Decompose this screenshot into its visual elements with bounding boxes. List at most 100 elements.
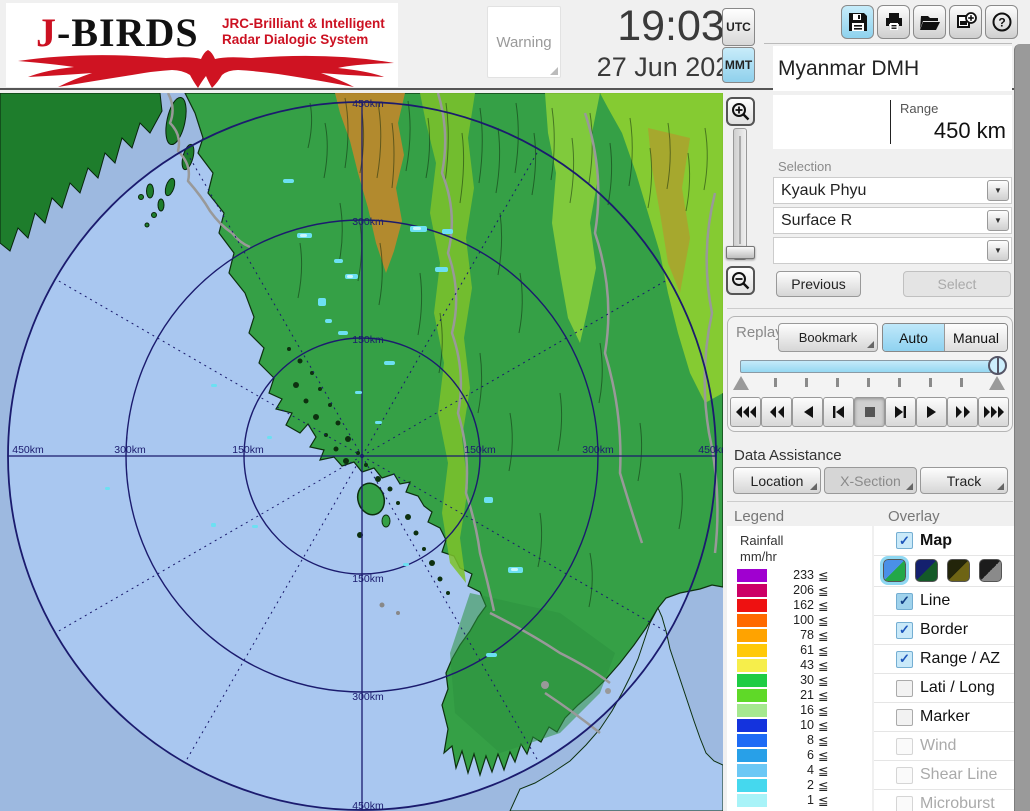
fast-forward-3-button[interactable] [978, 397, 1009, 427]
legend-panel: Rainfall mm/hr 233≦ 206≦ 162≦ 100≦ 78≦ 6… [727, 526, 872, 811]
corner-arrow-icon [867, 341, 874, 348]
overlay-item-map[interactable]: ✓ Map [874, 526, 1014, 555]
map-style-row [874, 555, 1014, 585]
track-button[interactable]: Track [920, 467, 1008, 494]
checkbox-checked-icon[interactable]: ✓ [896, 622, 913, 639]
zoom-slider-line [739, 136, 741, 244]
radar-map[interactable]: 450km 300km 150km 150km 300km 450km 450k… [0, 93, 723, 811]
ring-label-bottom-300: 300km [352, 691, 384, 703]
window-edge-strip[interactable] [1014, 44, 1030, 811]
open-folder-icon [919, 12, 941, 32]
bookmark-button[interactable]: Bookmark [778, 323, 878, 352]
overlay-panel: ✓ Map ✓ Line ✓ Border ✓ Range / AZ Lati … [874, 526, 1014, 811]
previous-button[interactable]: Previous [776, 271, 861, 297]
fast-rewind-3-button[interactable] [730, 397, 761, 427]
overlay-item-border[interactable]: ✓ Border [874, 615, 1014, 644]
play-reverse-button[interactable] [792, 397, 823, 427]
slider-tick [898, 378, 901, 387]
ring-label-right-450: 450km [698, 444, 723, 456]
map-style-swatch-2[interactable] [915, 559, 938, 582]
timezone-utc-button[interactable]: UTC [722, 8, 755, 46]
timezone-mmt-button[interactable]: MMT [722, 47, 755, 83]
slider-end-marker-icon[interactable] [989, 376, 1005, 390]
product-dropdown[interactable]: Surface R ▼ [773, 207, 1012, 234]
corner-arrow-icon [906, 483, 913, 490]
step-back-button[interactable] [823, 397, 854, 427]
legend-title: Legend [734, 508, 784, 525]
location-label: Location [751, 473, 804, 489]
range-display: Range 450 km [773, 95, 1012, 149]
fast-forward-2-button[interactable] [947, 397, 978, 427]
checkbox-checked-icon[interactable]: ✓ [896, 593, 913, 610]
checkbox-unchecked-icon[interactable] [896, 680, 913, 697]
site-dropdown[interactable]: Kyauk Phyu ▼ [773, 177, 1012, 204]
bookmark-label: Bookmark [799, 330, 858, 345]
range-divider [890, 100, 891, 144]
print-button[interactable] [877, 5, 910, 39]
option-dropdown[interactable]: ▼ [773, 237, 1012, 264]
legend-swatch [737, 689, 767, 702]
slider-start-marker-icon[interactable] [733, 376, 749, 390]
overlay-item-microburst: Microburst [874, 789, 1014, 811]
map-style-swatch-1[interactable] [883, 559, 906, 582]
manual-mode-button[interactable]: Manual [944, 324, 1007, 351]
overlay-item-line[interactable]: ✓ Line [874, 586, 1014, 615]
track-label: Track [947, 473, 981, 489]
ring-label-bottom-450: 450km [352, 800, 384, 811]
legend-row: 61≦ [727, 643, 872, 658]
chevron-down-icon[interactable]: ▼ [987, 240, 1009, 261]
play-button[interactable] [916, 397, 947, 427]
help-icon: ? [991, 11, 1013, 33]
legend-row: 100≦ [727, 613, 872, 628]
legend-swatch [737, 764, 767, 777]
zoom-in-button[interactable] [726, 97, 755, 126]
legend-row: 10≦ [727, 718, 872, 733]
slider-tick [774, 378, 777, 387]
help-button[interactable]: ? [985, 5, 1018, 39]
legend-swatch [737, 674, 767, 687]
overlay-item-lati-long[interactable]: Lati / Long [874, 673, 1014, 702]
corner-arrow-icon [810, 483, 817, 490]
legend-swatch [737, 719, 767, 732]
stop-button[interactable] [854, 397, 885, 427]
zoom-out-button[interactable] [726, 266, 755, 295]
checkbox-checked-icon[interactable]: ✓ [896, 532, 913, 549]
slider-tick [929, 378, 932, 387]
legend-row: 4≦ [727, 763, 872, 778]
legend-swatch [737, 704, 767, 717]
checkbox-unchecked-icon[interactable] [896, 709, 913, 726]
chevron-down-icon[interactable]: ▼ [987, 210, 1009, 231]
slider-tick [836, 378, 839, 387]
replay-slider-handle[interactable] [988, 356, 1007, 375]
location-button[interactable]: Location [733, 467, 821, 494]
open-file-button[interactable] [913, 5, 946, 39]
ring-label-right-150: 150km [464, 444, 496, 456]
legend-swatch [737, 659, 767, 672]
section-divider [727, 501, 1013, 502]
overlay-item-marker[interactable]: Marker [874, 702, 1014, 731]
replay-slider-track[interactable] [740, 360, 1004, 373]
corner-arrow-icon [997, 483, 1004, 490]
map-style-swatch-4[interactable] [979, 559, 1002, 582]
replay-mode-group: Auto Manual [882, 323, 1008, 352]
add-image-button[interactable] [949, 5, 982, 39]
zoom-slider-handle[interactable] [726, 246, 755, 259]
map-style-swatch-3[interactable] [947, 559, 970, 582]
fast-rewind-2-button[interactable] [761, 397, 792, 427]
step-forward-button[interactable] [885, 397, 916, 427]
checkbox-disabled-icon [896, 796, 913, 811]
warning-button[interactable]: Warning [487, 6, 561, 78]
save-button[interactable] [841, 5, 874, 39]
legend-row: 16≦ [727, 703, 872, 718]
legend-swatch [737, 644, 767, 657]
chevron-down-icon[interactable]: ▼ [987, 180, 1009, 201]
site-dropdown-value: Kyauk Phyu [774, 182, 987, 200]
slider-tick [867, 378, 870, 387]
overlay-item-range-az[interactable]: ✓ Range / AZ [874, 644, 1014, 673]
legend-swatch [737, 569, 767, 582]
x-section-button[interactable]: X-Section [824, 467, 917, 494]
checkbox-checked-icon[interactable]: ✓ [896, 651, 913, 668]
auto-mode-button[interactable]: Auto [883, 324, 944, 351]
app-logo: J-BIRDS JRC-Brilliant & Intelligent Rada… [6, 3, 398, 87]
legend-row: 233≦ [727, 568, 872, 583]
